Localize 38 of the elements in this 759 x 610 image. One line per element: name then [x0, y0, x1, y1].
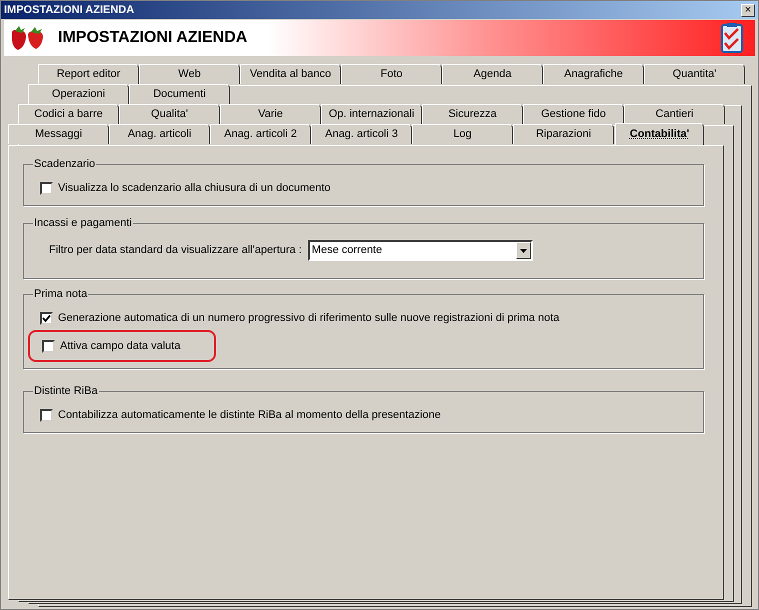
- tab[interactable]: Vendita al banco: [240, 64, 341, 84]
- tab[interactable]: Codici a barre: [18, 104, 119, 124]
- header-title: IMPOSTAZIONI AZIENDA: [58, 28, 248, 48]
- tab[interactable]: Riparazioni: [513, 124, 614, 144]
- tab[interactable]: Anag. articoli 2: [210, 124, 311, 144]
- tab[interactable]: Cantieri: [624, 104, 725, 124]
- tab[interactable]: Sicurezza: [422, 104, 523, 124]
- tab[interactable]: Documenti: [129, 84, 230, 104]
- tab[interactable]: Quantita': [644, 64, 745, 84]
- tab[interactable]: Messaggi: [8, 124, 109, 144]
- filter-dropdown[interactable]: Mese corrente: [308, 240, 533, 261]
- close-button[interactable]: ×: [741, 4, 755, 16]
- tab[interactable]: Anag. articoli 3: [311, 124, 412, 144]
- tab[interactable]: Gestione fido: [523, 104, 624, 124]
- tab[interactable]: Report editor: [38, 64, 139, 84]
- tab[interactable]: Web: [139, 64, 240, 84]
- tab[interactable]: Op. internazionali: [321, 104, 422, 124]
- checkbox-label: Attiva campo data valuta: [60, 338, 180, 354]
- checkbox[interactable]: [42, 340, 55, 352]
- tab[interactable]: Varie: [220, 104, 321, 124]
- tab[interactable]: Operazioni: [28, 84, 129, 104]
- checkbox-label: Generazione automatica di un numero progressivo di riferimento sulle nuove registrazioni di prima nota: [58, 310, 560, 326]
- tab[interactable]: Log: [412, 124, 513, 144]
- checkbox[interactable]: [40, 312, 53, 324]
- group-title: Incassi e pagamenti: [33, 216, 133, 230]
- tab[interactable]: Agenda: [442, 64, 543, 84]
- checkbox-label: Contabilizza automaticamente le distinte RiBa al momento della presentazione: [58, 408, 441, 423]
- window-title: IMPOSTAZIONI AZIENDA: [4, 2, 134, 18]
- field-label: Filtro per data standard da visualizzare all'apertura :: [49, 243, 302, 258]
- checkbox-label: Visualizza lo scadenzario alla chiusura di un documento: [58, 180, 331, 196]
- checkbox[interactable]: [40, 408, 53, 422]
- tab[interactable]: Foto: [341, 64, 442, 84]
- tab[interactable]: Anagrafiche: [543, 64, 644, 84]
- tab[interactable]: Contabilita': [615, 123, 704, 145]
- tab[interactable]: Qualita': [119, 104, 220, 124]
- checkbox[interactable]: [40, 182, 53, 194]
- tab[interactable]: Anag. articoli: [109, 124, 210, 144]
- checklist-icon: [721, 23, 743, 53]
